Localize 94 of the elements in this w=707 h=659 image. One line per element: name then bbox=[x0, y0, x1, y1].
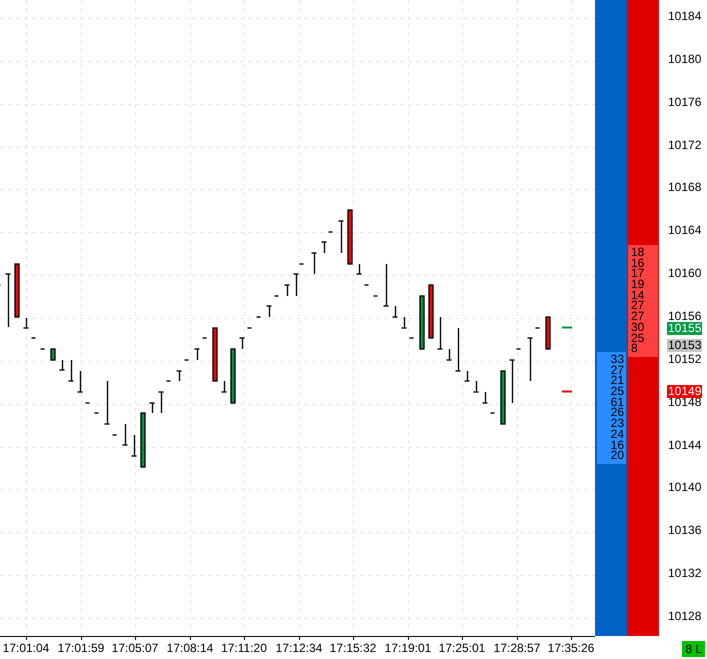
candle bbox=[132, 435, 136, 457]
candle bbox=[464, 371, 470, 382]
price-label: 10176 bbox=[668, 96, 702, 108]
candle bbox=[402, 317, 406, 329]
candle bbox=[294, 273, 298, 296]
candle bbox=[446, 349, 452, 361]
bid-size: 27 bbox=[610, 364, 625, 376]
candle bbox=[158, 391, 164, 413]
candle bbox=[384, 264, 388, 307]
bid-size: 21 bbox=[610, 375, 625, 386]
candle bbox=[312, 252, 316, 274]
bid-size: 61 bbox=[610, 396, 625, 408]
candle bbox=[150, 402, 154, 413]
candle bbox=[104, 381, 110, 425]
price-label: 10180 bbox=[668, 53, 702, 65]
price-label: 10160 bbox=[668, 267, 702, 279]
candle bbox=[194, 348, 200, 360]
candle bbox=[438, 317, 442, 350]
candle bbox=[122, 424, 128, 446]
candle bbox=[510, 359, 514, 403]
time-label: 17:01:04 bbox=[2, 641, 50, 655]
candle bbox=[222, 381, 226, 393]
candle bbox=[500, 370, 506, 425]
ask-size: 8 bbox=[630, 343, 638, 354]
bid-size: 25 bbox=[610, 386, 625, 397]
time-label: 17:12:34 bbox=[276, 641, 322, 655]
price-marker: 10153 bbox=[667, 339, 702, 352]
price-label: 10148 bbox=[668, 396, 702, 408]
time-label: 17:15:32 bbox=[330, 641, 376, 655]
candle bbox=[428, 284, 434, 339]
candle bbox=[60, 360, 64, 371]
ask-size: 14 bbox=[630, 290, 644, 300]
time-label: 17:25:01 bbox=[438, 641, 486, 655]
ask-level-marker bbox=[562, 390, 572, 392]
ask-size: 18 bbox=[630, 247, 644, 258]
time-label: 17:11:20 bbox=[221, 641, 267, 655]
bid-size: 33 bbox=[610, 354, 625, 365]
time-label: 17:05:07 bbox=[112, 641, 158, 655]
price-label: 10144 bbox=[668, 439, 702, 451]
candle bbox=[176, 370, 182, 381]
ask-size: 25 bbox=[630, 332, 644, 344]
ask-size: 27 bbox=[630, 300, 644, 312]
candle bbox=[24, 318, 28, 329]
price-label: 10172 bbox=[668, 139, 702, 151]
time-label: 17:35:26 bbox=[548, 641, 594, 655]
status-badge: 8 L bbox=[682, 641, 705, 657]
candle bbox=[347, 209, 353, 265]
candle bbox=[68, 360, 74, 382]
price-label: 10184 bbox=[668, 10, 702, 22]
price-label: 10156 bbox=[668, 310, 702, 322]
candle bbox=[140, 412, 146, 468]
price-marker: 10149 bbox=[667, 385, 702, 398]
time-label: 17:08:14 bbox=[166, 641, 214, 655]
price-label: 10164 bbox=[668, 224, 702, 236]
time-label: 17:19:01 bbox=[384, 641, 432, 655]
bid-size: 20 bbox=[610, 450, 625, 461]
bid-size: 16 bbox=[610, 440, 625, 450]
candle bbox=[6, 273, 10, 327]
price-marker: 10155 bbox=[667, 322, 702, 335]
candle bbox=[78, 371, 82, 393]
candle bbox=[456, 328, 460, 372]
candle bbox=[50, 348, 56, 361]
candle bbox=[474, 381, 478, 393]
bid-size: 23 bbox=[610, 418, 625, 429]
price-label: 10152 bbox=[668, 353, 702, 365]
bid-size: 24 bbox=[610, 428, 625, 440]
candle bbox=[482, 392, 488, 404]
candle bbox=[528, 337, 532, 381]
price-label: 10132 bbox=[668, 567, 702, 579]
candle bbox=[338, 220, 344, 253]
time-label: 17:28:57 bbox=[494, 641, 540, 655]
candle bbox=[240, 337, 244, 349]
candle bbox=[356, 264, 362, 275]
ask-size: 30 bbox=[630, 322, 644, 332]
price-label: 10136 bbox=[668, 524, 702, 536]
time-label: 17:01:59 bbox=[58, 641, 104, 655]
candle bbox=[14, 263, 20, 318]
bid-level-marker bbox=[562, 326, 572, 328]
ask-size: 17 bbox=[630, 268, 644, 280]
bid-size: 26 bbox=[610, 407, 625, 418]
ask-size: 27 bbox=[630, 311, 644, 322]
price-label: 10128 bbox=[668, 610, 702, 622]
candle bbox=[212, 327, 218, 382]
candle bbox=[284, 284, 290, 296]
price-label: 10140 bbox=[668, 481, 702, 493]
candle bbox=[230, 348, 236, 404]
candle bbox=[545, 316, 551, 350]
candle bbox=[322, 241, 326, 253]
ask-size: 16 bbox=[630, 258, 644, 268]
candle bbox=[392, 306, 398, 318]
candle bbox=[419, 295, 425, 350]
ask-size: 19 bbox=[630, 279, 644, 290]
price-label: 10168 bbox=[668, 181, 702, 193]
candle bbox=[266, 305, 272, 317]
